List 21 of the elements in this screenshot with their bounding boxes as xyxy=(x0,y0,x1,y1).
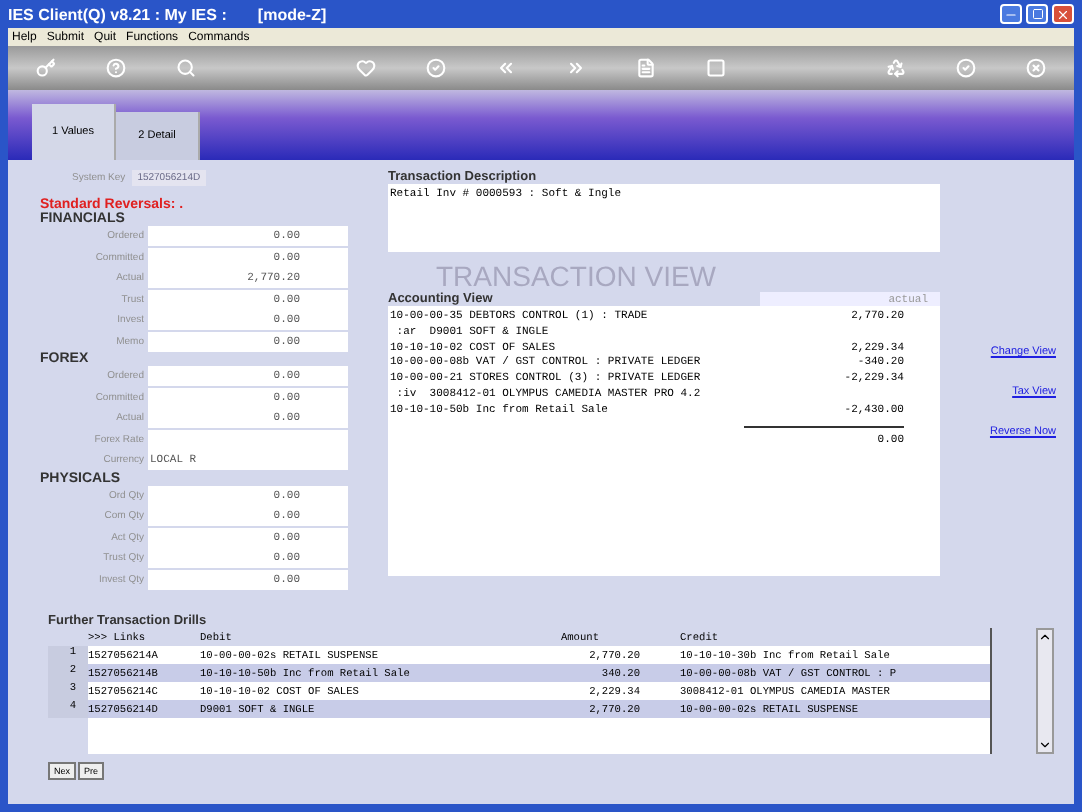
close-button[interactable] xyxy=(1052,4,1074,24)
document-icon[interactable] xyxy=(636,58,656,78)
check-circle-icon[interactable] xyxy=(426,58,446,78)
minimize-button[interactable] xyxy=(1000,4,1022,24)
square-icon[interactable] xyxy=(706,58,726,78)
check-icon[interactable] xyxy=(956,58,976,78)
recycle-icon[interactable] xyxy=(886,58,906,78)
window-title: IES Client(Q) v8.21 : My IES : [mode-Z] xyxy=(8,5,327,23)
close-icon xyxy=(1056,7,1070,21)
scroll-down-icon[interactable] xyxy=(1038,738,1052,752)
key-icon[interactable] xyxy=(36,58,56,78)
maximize-button[interactable] xyxy=(1026,4,1048,24)
double-left-arrow-icon[interactable] xyxy=(496,58,516,78)
close-icon[interactable] xyxy=(1026,58,1046,78)
scrollbar[interactable] xyxy=(1036,628,1054,754)
help-icon[interactable] xyxy=(106,58,126,78)
search-icon[interactable] xyxy=(176,58,196,78)
double-right-arrow-icon[interactable] xyxy=(566,58,586,78)
scroll-up-icon[interactable] xyxy=(1038,630,1052,644)
heart-icon[interactable] xyxy=(356,58,376,78)
maximize-icon xyxy=(1031,8,1043,20)
